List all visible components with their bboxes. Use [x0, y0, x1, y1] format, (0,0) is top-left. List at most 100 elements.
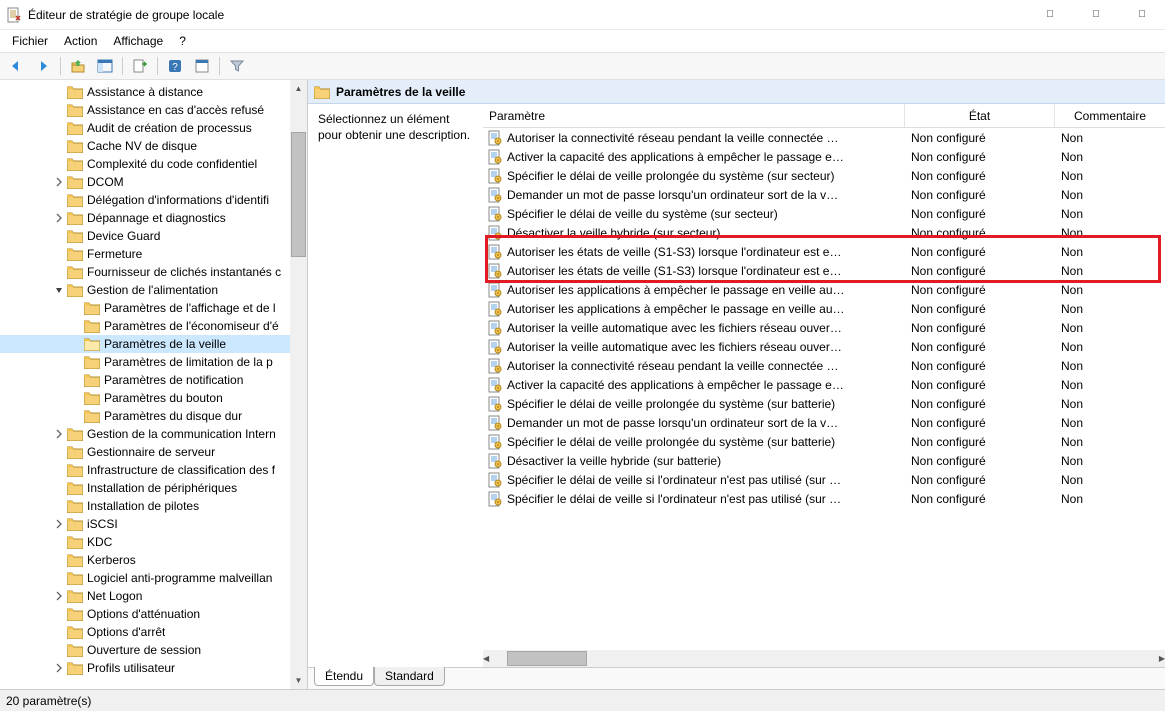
up-button[interactable]	[66, 55, 90, 77]
forward-button[interactable]	[31, 55, 55, 77]
tree-item-label: Profils utilisateur	[87, 661, 175, 675]
tree-item[interactable]: Kerberos	[0, 551, 307, 569]
expand-collapse-icon[interactable]	[51, 426, 67, 442]
policy-name: Autoriser la connectivité réseau pendant…	[507, 359, 839, 373]
tree-item[interactable]: Complexité du code confidentiel	[0, 155, 307, 173]
policy-row[interactable]: Spécifier le délai de veille prolongée d…	[483, 394, 1165, 413]
close-button[interactable]: 	[1119, 0, 1165, 29]
scroll-down-button[interactable]: ▼	[290, 672, 307, 689]
policy-row[interactable]: Spécifier le délai de veille si l'ordina…	[483, 489, 1165, 508]
tree-item[interactable]: Assistance en cas d'accès refusé	[0, 101, 307, 119]
expand-collapse-icon	[51, 246, 67, 262]
policy-row[interactable]: Demander un mot de passe lorsqu'un ordin…	[483, 413, 1165, 432]
policy-row[interactable]: Spécifier le délai de veille prolongée d…	[483, 166, 1165, 185]
expand-collapse-icon	[68, 372, 84, 388]
tree-item[interactable]: Installation de périphériques	[0, 479, 307, 497]
tree-item[interactable]: Profils utilisateur	[0, 659, 307, 677]
tree-item[interactable]: iSCSI	[0, 515, 307, 533]
column-header-comment[interactable]: Commentaire	[1055, 104, 1165, 127]
minimize-button[interactable]: 	[1027, 0, 1073, 29]
tree-item[interactable]: Paramètres de l'affichage et de l	[0, 299, 307, 317]
scroll-thumb[interactable]	[291, 132, 306, 257]
tree-item[interactable]: Assistance à distance	[0, 83, 307, 101]
tree-item[interactable]: Paramètres du bouton	[0, 389, 307, 407]
tab-extended[interactable]: Étendu	[314, 667, 374, 686]
tree-item[interactable]: Dépannage et diagnostics	[0, 209, 307, 227]
tree-item[interactable]: Audit de création de processus	[0, 119, 307, 137]
menu-action[interactable]: Action	[56, 32, 105, 50]
tree-item[interactable]: Fermeture	[0, 245, 307, 263]
horizontal-scrollbar[interactable]: ◀ ▶	[483, 650, 1165, 667]
expand-collapse-icon[interactable]	[51, 210, 67, 226]
tree-item[interactable]: Fournisseur de clichés instantanés c	[0, 263, 307, 281]
tree-item[interactable]: Infrastructure de classification des f	[0, 461, 307, 479]
h-scroll-thumb[interactable]	[507, 651, 587, 666]
expand-collapse-icon	[51, 552, 67, 568]
expand-collapse-icon[interactable]	[51, 174, 67, 190]
show-hide-tree-button[interactable]	[93, 55, 117, 77]
tree-item-label: Net Logon	[87, 589, 142, 603]
scroll-up-button[interactable]: ▲	[290, 80, 307, 97]
sidebar-scrollbar[interactable]: ▲ ▼	[290, 80, 307, 689]
policy-row[interactable]: Autoriser les applications à empêcher le…	[483, 299, 1165, 318]
back-button[interactable]	[4, 55, 28, 77]
tree-item[interactable]: Paramètres de limitation de la p	[0, 353, 307, 371]
policy-comment: Non	[1055, 340, 1165, 354]
policy-row[interactable]: Autoriser les états de veille (S1-S3) lo…	[483, 261, 1165, 280]
tree-item[interactable]: Ouverture de session	[0, 641, 307, 659]
tree-item[interactable]: Installation de pilotes	[0, 497, 307, 515]
menu-view[interactable]: Affichage	[105, 32, 171, 50]
tree-item[interactable]: Gestionnaire de serveur	[0, 443, 307, 461]
column-header-param[interactable]: Paramètre	[483, 104, 905, 127]
policy-row[interactable]: Désactiver la veille hybride (sur secteu…	[483, 223, 1165, 242]
policy-row[interactable]: Autoriser les applications à empêcher le…	[483, 280, 1165, 299]
expand-collapse-icon[interactable]	[51, 516, 67, 532]
properties-button[interactable]	[190, 55, 214, 77]
tree-item-label: Logiciel anti-programme malveillan	[87, 571, 272, 585]
tree-item[interactable]: Gestion de la communication Intern	[0, 425, 307, 443]
column-header-state[interactable]: État	[905, 104, 1055, 127]
maximize-button[interactable]: 	[1073, 0, 1119, 29]
scroll-right-button[interactable]: ▶	[1159, 650, 1165, 667]
policy-row[interactable]: Désactiver la veille hybride (sur batter…	[483, 451, 1165, 470]
policy-row[interactable]: Demander un mot de passe lorsqu'un ordin…	[483, 185, 1165, 204]
expand-collapse-icon[interactable]	[51, 660, 67, 676]
policy-row[interactable]: Autoriser la connectivité réseau pendant…	[483, 128, 1165, 147]
tree-item[interactable]: KDC	[0, 533, 307, 551]
tree-item[interactable]: Cache NV de disque	[0, 137, 307, 155]
policy-row[interactable]: Spécifier le délai de veille du système …	[483, 204, 1165, 223]
policy-state: Non configuré	[905, 359, 1055, 373]
policy-row[interactable]: Autoriser la connectivité réseau pendant…	[483, 356, 1165, 375]
menu-file[interactable]: Fichier	[4, 32, 56, 50]
list-header: Paramètre État Commentaire	[483, 104, 1165, 128]
policy-row[interactable]: Activer la capacité des applications à e…	[483, 375, 1165, 394]
help-button[interactable]: ?	[163, 55, 187, 77]
tree-item[interactable]: Paramètres de notification	[0, 371, 307, 389]
expand-collapse-icon[interactable]	[51, 282, 67, 298]
policy-row[interactable]: Spécifier le délai de veille prolongée d…	[483, 432, 1165, 451]
menu-help[interactable]: ?	[171, 32, 194, 50]
tree-item[interactable]: Paramètres de l'économiseur d'é	[0, 317, 307, 335]
expand-collapse-icon[interactable]	[51, 588, 67, 604]
policy-row[interactable]: Autoriser la veille automatique avec les…	[483, 318, 1165, 337]
policy-row[interactable]: Autoriser la veille automatique avec les…	[483, 337, 1165, 356]
tree-item[interactable]: Options d'arrêt	[0, 623, 307, 641]
policy-row[interactable]: Spécifier le délai de veille si l'ordina…	[483, 470, 1165, 489]
policy-row[interactable]: Autoriser les états de veille (S1-S3) lo…	[483, 242, 1165, 261]
filter-button[interactable]	[225, 55, 249, 77]
navigation-tree[interactable]: Assistance à distance Assistance en cas …	[0, 80, 308, 689]
tree-item[interactable]: Paramètres de la veille	[0, 335, 307, 353]
tree-item[interactable]: Device Guard	[0, 227, 307, 245]
tree-item[interactable]: Options d'atténuation	[0, 605, 307, 623]
tree-item[interactable]: Paramètres du disque dur	[0, 407, 307, 425]
toolbar-separator	[122, 57, 123, 75]
policy-name: Autoriser la connectivité réseau pendant…	[507, 131, 839, 145]
export-button[interactable]	[128, 55, 152, 77]
tree-item[interactable]: Gestion de l'alimentation	[0, 281, 307, 299]
tree-item[interactable]: Net Logon	[0, 587, 307, 605]
tree-item[interactable]: DCOM	[0, 173, 307, 191]
tab-standard[interactable]: Standard	[374, 667, 445, 686]
tree-item[interactable]: Logiciel anti-programme malveillan	[0, 569, 307, 587]
policy-row[interactable]: Activer la capacité des applications à e…	[483, 147, 1165, 166]
tree-item[interactable]: Délégation d'informations d'identifi	[0, 191, 307, 209]
